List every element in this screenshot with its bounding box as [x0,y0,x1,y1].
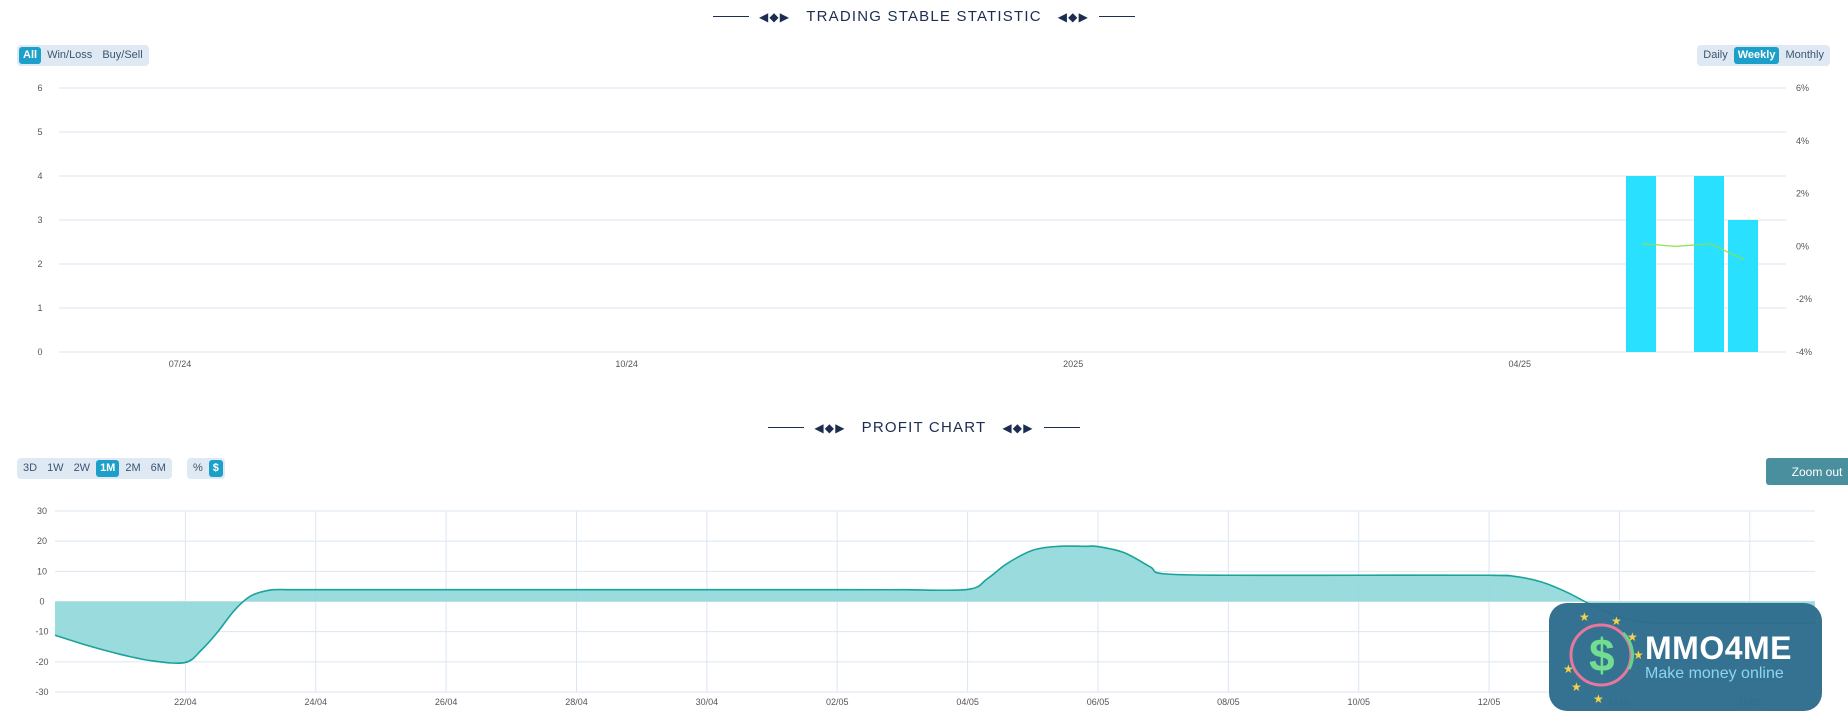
y2-tick-label: -2% [1796,294,1812,304]
dollar-coin-logo-icon: $ ★ ★ ★ ★ ★ ★ ★ [1549,603,1649,711]
y-tick-label: -30 [35,687,48,697]
zoom-out-button[interactable]: Zoom out [1766,458,1848,485]
profit-title: PROFIT CHART [861,419,987,436]
x-tick-label: 04/05 [956,697,979,707]
x-tick-label: 10/05 [1347,697,1370,707]
diamond-ornament-icon: ◀◆▶ [758,9,791,24]
y-tick-label: 30 [37,506,47,516]
range-1w-button[interactable]: 1W [43,460,68,477]
svg-text:★: ★ [1563,662,1574,676]
y-tick-label: 0 [39,597,44,607]
y-tick-label: 5 [37,127,42,137]
svg-text:★: ★ [1579,610,1590,624]
x-tick-label: 12/05 [1478,697,1501,707]
svg-text:$: $ [1589,629,1615,681]
unit-toggle-group: % $ [187,458,225,479]
range-6m-button[interactable]: 6M [147,460,170,477]
y2-tick-label: 6% [1796,83,1809,93]
period-monthly-button[interactable]: Monthly [1781,47,1828,64]
x-tick-label: 08/05 [1217,697,1240,707]
trading-stats-chart: 0 1 2 3 4 5 6 -4% -2% 0% 2% 4% 6% 07/24 10/24 2025 04/25 [37,83,1812,369]
stats-title: TRADING STABLE STATISTIC [806,8,1042,25]
title-left-line [712,16,749,17]
stats-filter-group: All Win/Loss Buy/Sell [17,45,149,66]
logo-tagline-text: Make money online [1645,665,1784,682]
y-tick-label: 10 [37,566,47,576]
svg-text:★: ★ [1593,692,1604,706]
title-left-line [768,427,805,428]
bar [1626,176,1656,352]
unit-dollar-button[interactable]: $ [208,460,223,477]
y-tick-label: 3 [37,215,42,225]
y-tick-label: 0 [37,347,42,357]
y-tick-label: 6 [37,83,42,93]
logo-brand-text: MMO4ME [1645,630,1792,666]
svg-text:★: ★ [1633,648,1644,662]
stats-section-title: ◀◆▶ TRADING STABLE STATISTIC ◀◆▶ [0,8,1848,25]
period-toggle-group: Daily Weekly Monthly [1697,45,1830,66]
x-tick-label: 07/24 [169,359,192,369]
x-tick-label: 2025 [1063,359,1083,369]
y-tick-label: -10 [35,627,48,637]
x-tick-label: 04/25 [1509,359,1532,369]
diamond-ornament-icon: ◀◆▶ [814,420,846,435]
unit-percent-button[interactable]: % [189,460,207,477]
period-daily-button[interactable]: Daily [1699,47,1731,64]
x-tick-label: 22/04 [174,697,197,707]
x-tick-label: 28/04 [565,697,588,707]
filter-win-loss-button[interactable]: Win/Loss [43,47,96,64]
svg-text:★: ★ [1611,614,1622,628]
y-tick-label: 20 [37,536,47,546]
y-tick-label: 2 [37,259,42,269]
svg-text:★: ★ [1627,630,1638,644]
filter-all-button[interactable]: All [19,47,42,64]
bar [1694,176,1724,352]
y2-tick-label: 2% [1796,189,1809,199]
range-2m-button[interactable]: 2M [121,460,144,477]
range-1m-button[interactable]: 1M [96,460,120,477]
diamond-ornament-icon: ◀◆▶ [1002,420,1034,435]
x-tick-label: 30/04 [696,697,719,707]
x-tick-label: 24/04 [304,697,327,707]
y2-tick-label: -4% [1796,347,1812,357]
range-3d-button[interactable]: 3D [19,460,41,477]
title-right-line [1043,427,1080,428]
range-2w-button[interactable]: 2W [70,460,95,477]
mmo4me-logo: $ ★ ★ ★ ★ ★ ★ ★ MMO4ME Make money online [1549,603,1822,711]
y2-tick-label: 4% [1796,136,1809,146]
filter-buy-sell-button[interactable]: Buy/Sell [98,47,146,64]
period-weekly-button[interactable]: Weekly [1733,47,1780,64]
y-tick-label: 1 [37,303,42,313]
profit-section-title: ◀◆▶ PROFIT CHART ◀◆▶ [0,419,1848,436]
x-tick-label: 26/04 [435,697,458,707]
range-toggle-group: 3D 1W 2W 1M 2M 6M [17,458,172,479]
x-tick-label: 02/05 [826,697,849,707]
bar [1728,220,1758,352]
x-tick-label: 06/05 [1087,697,1110,707]
y-tick-label: 4 [37,171,42,181]
y-tick-label: -20 [35,657,48,667]
x-tick-label: 10/24 [615,359,638,369]
svg-text:★: ★ [1571,680,1582,694]
title-right-line [1099,16,1136,17]
diamond-ornament-icon: ◀◆▶ [1057,9,1090,24]
y2-tick-label: 0% [1796,241,1809,251]
